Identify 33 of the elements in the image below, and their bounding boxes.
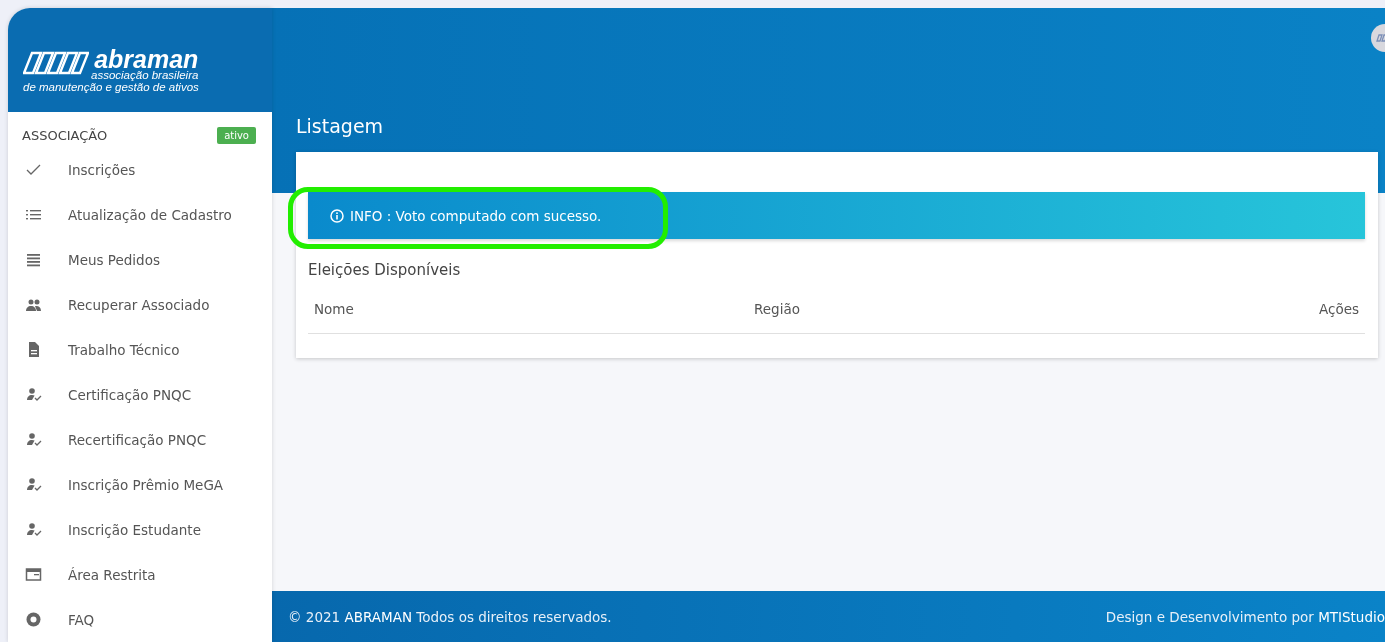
nav-item[interactable]: FAQ [8,597,272,642]
person-check-icon [25,431,42,448]
person-check-icon [25,386,42,403]
alert-message: INFO : Voto computado com sucesso. [350,207,602,224]
section-heading: Eleições Disponíveis [308,261,462,279]
nav-item[interactable]: Meus Pedidos [8,237,272,282]
logo-name: abraman [94,48,199,70]
help-icon [25,611,42,628]
nav-item[interactable]: Certificação PNQC [8,372,272,417]
info-icon [330,208,344,223]
column-header: Ações [1318,301,1359,317]
nav-item[interactable]: Área Restrita [8,552,272,597]
nav-item[interactable]: Recuperar Associado [8,282,272,327]
page-title: Listagem [296,115,385,137]
copyright-text: © 2021 ABRAMAN Todos os direitos reservados. [288,608,612,625]
logo-stripes-icon [23,51,89,75]
column-header: Região [754,301,801,317]
nav-item[interactable]: Atualização de Cadastro [8,192,272,237]
nav-item[interactable]: Inscrições [8,147,272,192]
logo-tagline: associação brasileira [91,70,199,81]
person-check-icon [25,476,42,493]
column-header: Nome [314,301,355,317]
window-icon [25,566,42,583]
nav-item[interactable]: Inscrição Estudante [8,507,272,552]
credits-text: Design e Desenvolvimento por MTIStudio [1105,608,1385,625]
logo-tagline: de manutenção e gestão de ativos [23,81,200,94]
lines-icon [25,251,42,268]
nav-item[interactable]: Inscrição Prêmio MeGA [8,462,272,507]
status-badge: ativo [217,127,256,145]
section-title: ASSOCIAÇÃO [22,128,108,144]
nav-item[interactable]: Recertificação PNQC [8,417,272,462]
nav-item[interactable]: Trabalho Técnico [8,327,272,372]
person-check-icon [25,521,42,538]
